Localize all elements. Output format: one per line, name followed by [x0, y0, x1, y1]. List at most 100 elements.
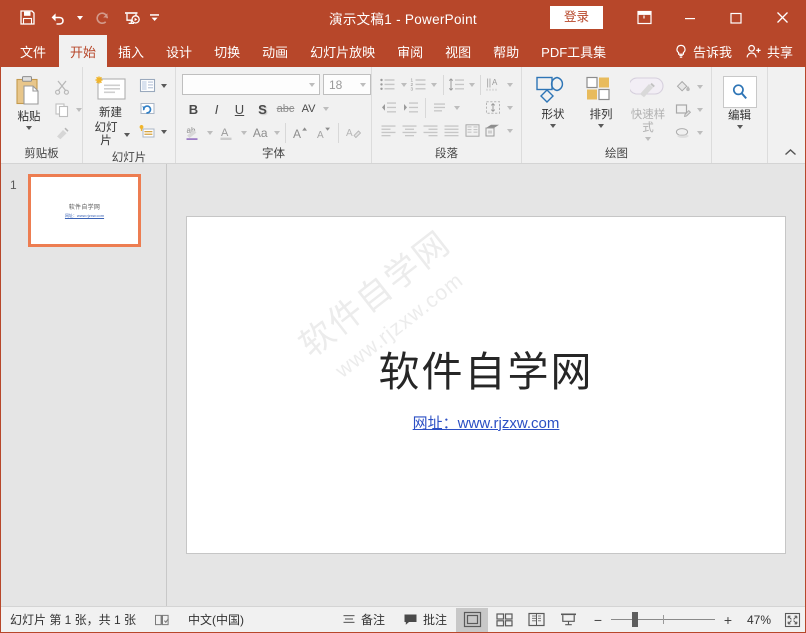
format-painter-button[interactable]: [51, 122, 73, 144]
tell-me-button[interactable]: 告诉我: [674, 42, 732, 61]
slideshow-view-button[interactable]: [552, 608, 584, 632]
section-dropdown-caret[interactable]: [158, 121, 169, 143]
customize-quick-access-toolbar[interactable]: [148, 5, 161, 31]
slide-title-text[interactable]: 软件自学网: [379, 338, 594, 398]
clear-all-formatting-button[interactable]: A: [342, 122, 365, 144]
slide-count-status[interactable]: 幻灯片 第 1 张，共 1 张: [1, 607, 145, 633]
change-case-caret[interactable]: [272, 122, 282, 144]
slide-thumbnail-1[interactable]: 软件自学网 网址：www.rjzxw.com: [28, 174, 141, 247]
shapes-caret[interactable]: [550, 124, 556, 129]
font-color-caret[interactable]: [238, 122, 248, 144]
italic-button[interactable]: I: [205, 98, 228, 120]
decrease-indent-button[interactable]: [378, 97, 400, 119]
thumbnail-list-item[interactable]: 1 软件自学网 网址：www.rjzxw.com: [1, 174, 166, 247]
underline-button[interactable]: U: [228, 98, 251, 120]
tab-slideshow[interactable]: 幻灯片放映: [299, 35, 386, 67]
zoom-out-button[interactable]: −: [592, 613, 604, 627]
fit-to-window-button[interactable]: [779, 608, 805, 632]
slide-layout-button[interactable]: [136, 75, 158, 97]
zoom-slider[interactable]: [611, 607, 715, 633]
character-spacing-button[interactable]: AV: [297, 98, 320, 120]
new-slide-button[interactable]: 新建 幻灯片: [89, 73, 136, 149]
redo-button[interactable]: [88, 5, 116, 31]
text-direction-button[interactable]: A: [484, 74, 505, 96]
decrease-font-size-button[interactable]: A: [312, 122, 335, 144]
increase-font-size-button[interactable]: A: [289, 122, 312, 144]
font-name-caret[interactable]: [305, 82, 319, 87]
bold-button[interactable]: B: [182, 98, 205, 120]
slide-layout-dropdown-caret[interactable]: [158, 75, 169, 97]
save-button[interactable]: [13, 5, 41, 31]
new-slide-dropdown-caret[interactable]: [124, 133, 130, 138]
font-size-combobox[interactable]: 18: [323, 74, 371, 95]
line-spacing-button[interactable]: [447, 74, 468, 96]
undo-dropdown[interactable]: [73, 5, 86, 31]
section-button[interactable]: [136, 121, 158, 143]
tab-help[interactable]: 帮助: [482, 35, 530, 67]
shape-outline-button[interactable]: [672, 99, 694, 121]
arrange-caret[interactable]: [598, 124, 604, 129]
copy-button[interactable]: [51, 99, 73, 121]
notes-button[interactable]: 备注: [333, 607, 394, 633]
shape-outline-caret[interactable]: [694, 99, 705, 121]
tab-file[interactable]: 文件: [7, 35, 59, 67]
align-center-button[interactable]: [399, 120, 420, 142]
tab-animations[interactable]: 动画: [251, 35, 299, 67]
ribbon-display-options-button[interactable]: [621, 0, 667, 35]
paste-button[interactable]: 粘贴: [7, 73, 51, 131]
paste-dropdown-caret[interactable]: [26, 126, 32, 131]
collapse-ribbon-button[interactable]: [781, 143, 799, 161]
normal-view-button[interactable]: [456, 607, 488, 632]
paragraph-spacing-button[interactable]: [429, 97, 451, 119]
share-button[interactable]: 共享: [746, 42, 793, 61]
slide-thumbnail-pane[interactable]: 1 软件自学网 网址：www.rjzxw.com: [1, 164, 167, 606]
text-direction-caret[interactable]: [505, 74, 515, 96]
slide-sorter-view-button[interactable]: [488, 608, 520, 632]
tab-insert[interactable]: 插入: [107, 35, 155, 67]
align-left-button[interactable]: [378, 120, 399, 142]
slide-editing-pane[interactable]: 软件自学网 www.rjzxw.com 软件自学网 网址：www.rjzxw.c…: [167, 164, 805, 606]
align-text-button[interactable]: [482, 97, 504, 119]
shape-effects-caret[interactable]: [694, 122, 705, 144]
numbering-button[interactable]: 1 2 3: [409, 74, 430, 96]
slide-subtitle-link[interactable]: 网址：www.rjzxw.com: [413, 412, 560, 433]
zoom-slider-handle[interactable]: [631, 612, 638, 627]
find-button[interactable]: 编辑: [717, 74, 763, 130]
font-color-button[interactable]: A: [215, 122, 238, 144]
cut-button[interactable]: [51, 76, 73, 98]
editing-caret[interactable]: [736, 125, 743, 130]
maximize-button[interactable]: [713, 0, 759, 35]
numbering-caret[interactable]: [429, 74, 439, 96]
columns-button[interactable]: [462, 120, 483, 142]
shape-fill-button[interactable]: [672, 76, 694, 98]
bullets-caret[interactable]: [399, 74, 409, 96]
increase-indent-button[interactable]: [400, 97, 422, 119]
spellcheck-status[interactable]: [145, 607, 179, 633]
strikethrough-button[interactable]: abc: [274, 98, 297, 120]
change-case-button[interactable]: Aa: [249, 122, 272, 144]
line-spacing-caret[interactable]: [467, 74, 477, 96]
slide-canvas[interactable]: 软件自学网 www.rjzxw.com 软件自学网 网址：www.rjzxw.c…: [186, 216, 786, 554]
reading-view-button[interactable]: [520, 608, 552, 632]
convert-to-smartart-button[interactable]: [483, 120, 504, 142]
zoom-in-button[interactable]: +: [722, 613, 734, 627]
quick-styles-caret[interactable]: [645, 137, 651, 142]
quick-styles-button[interactable]: 快速样式: [624, 73, 672, 142]
reset-slide-button[interactable]: [136, 98, 158, 120]
tab-view[interactable]: 视图: [434, 35, 482, 67]
paragraph-spacing-caret[interactable]: [451, 97, 462, 119]
text-highlight-color-button[interactable]: ab: [182, 122, 205, 144]
zoom-percent-label[interactable]: 47%: [741, 613, 771, 627]
shape-effects-button[interactable]: [672, 122, 694, 144]
align-text-caret[interactable]: [504, 97, 515, 119]
minimize-button[interactable]: [667, 0, 713, 35]
justify-button[interactable]: [441, 120, 462, 142]
text-shadow-button[interactable]: S: [251, 98, 274, 120]
sign-in-button[interactable]: 登录: [549, 6, 603, 29]
shapes-button[interactable]: 形状: [528, 73, 578, 129]
language-status[interactable]: 中文(中国): [179, 607, 253, 633]
font-name-combobox[interactable]: [182, 74, 320, 95]
text-highlight-caret[interactable]: [205, 122, 215, 144]
tab-pdf-tools[interactable]: PDF工具集: [530, 35, 617, 67]
tab-design[interactable]: 设计: [155, 35, 203, 67]
